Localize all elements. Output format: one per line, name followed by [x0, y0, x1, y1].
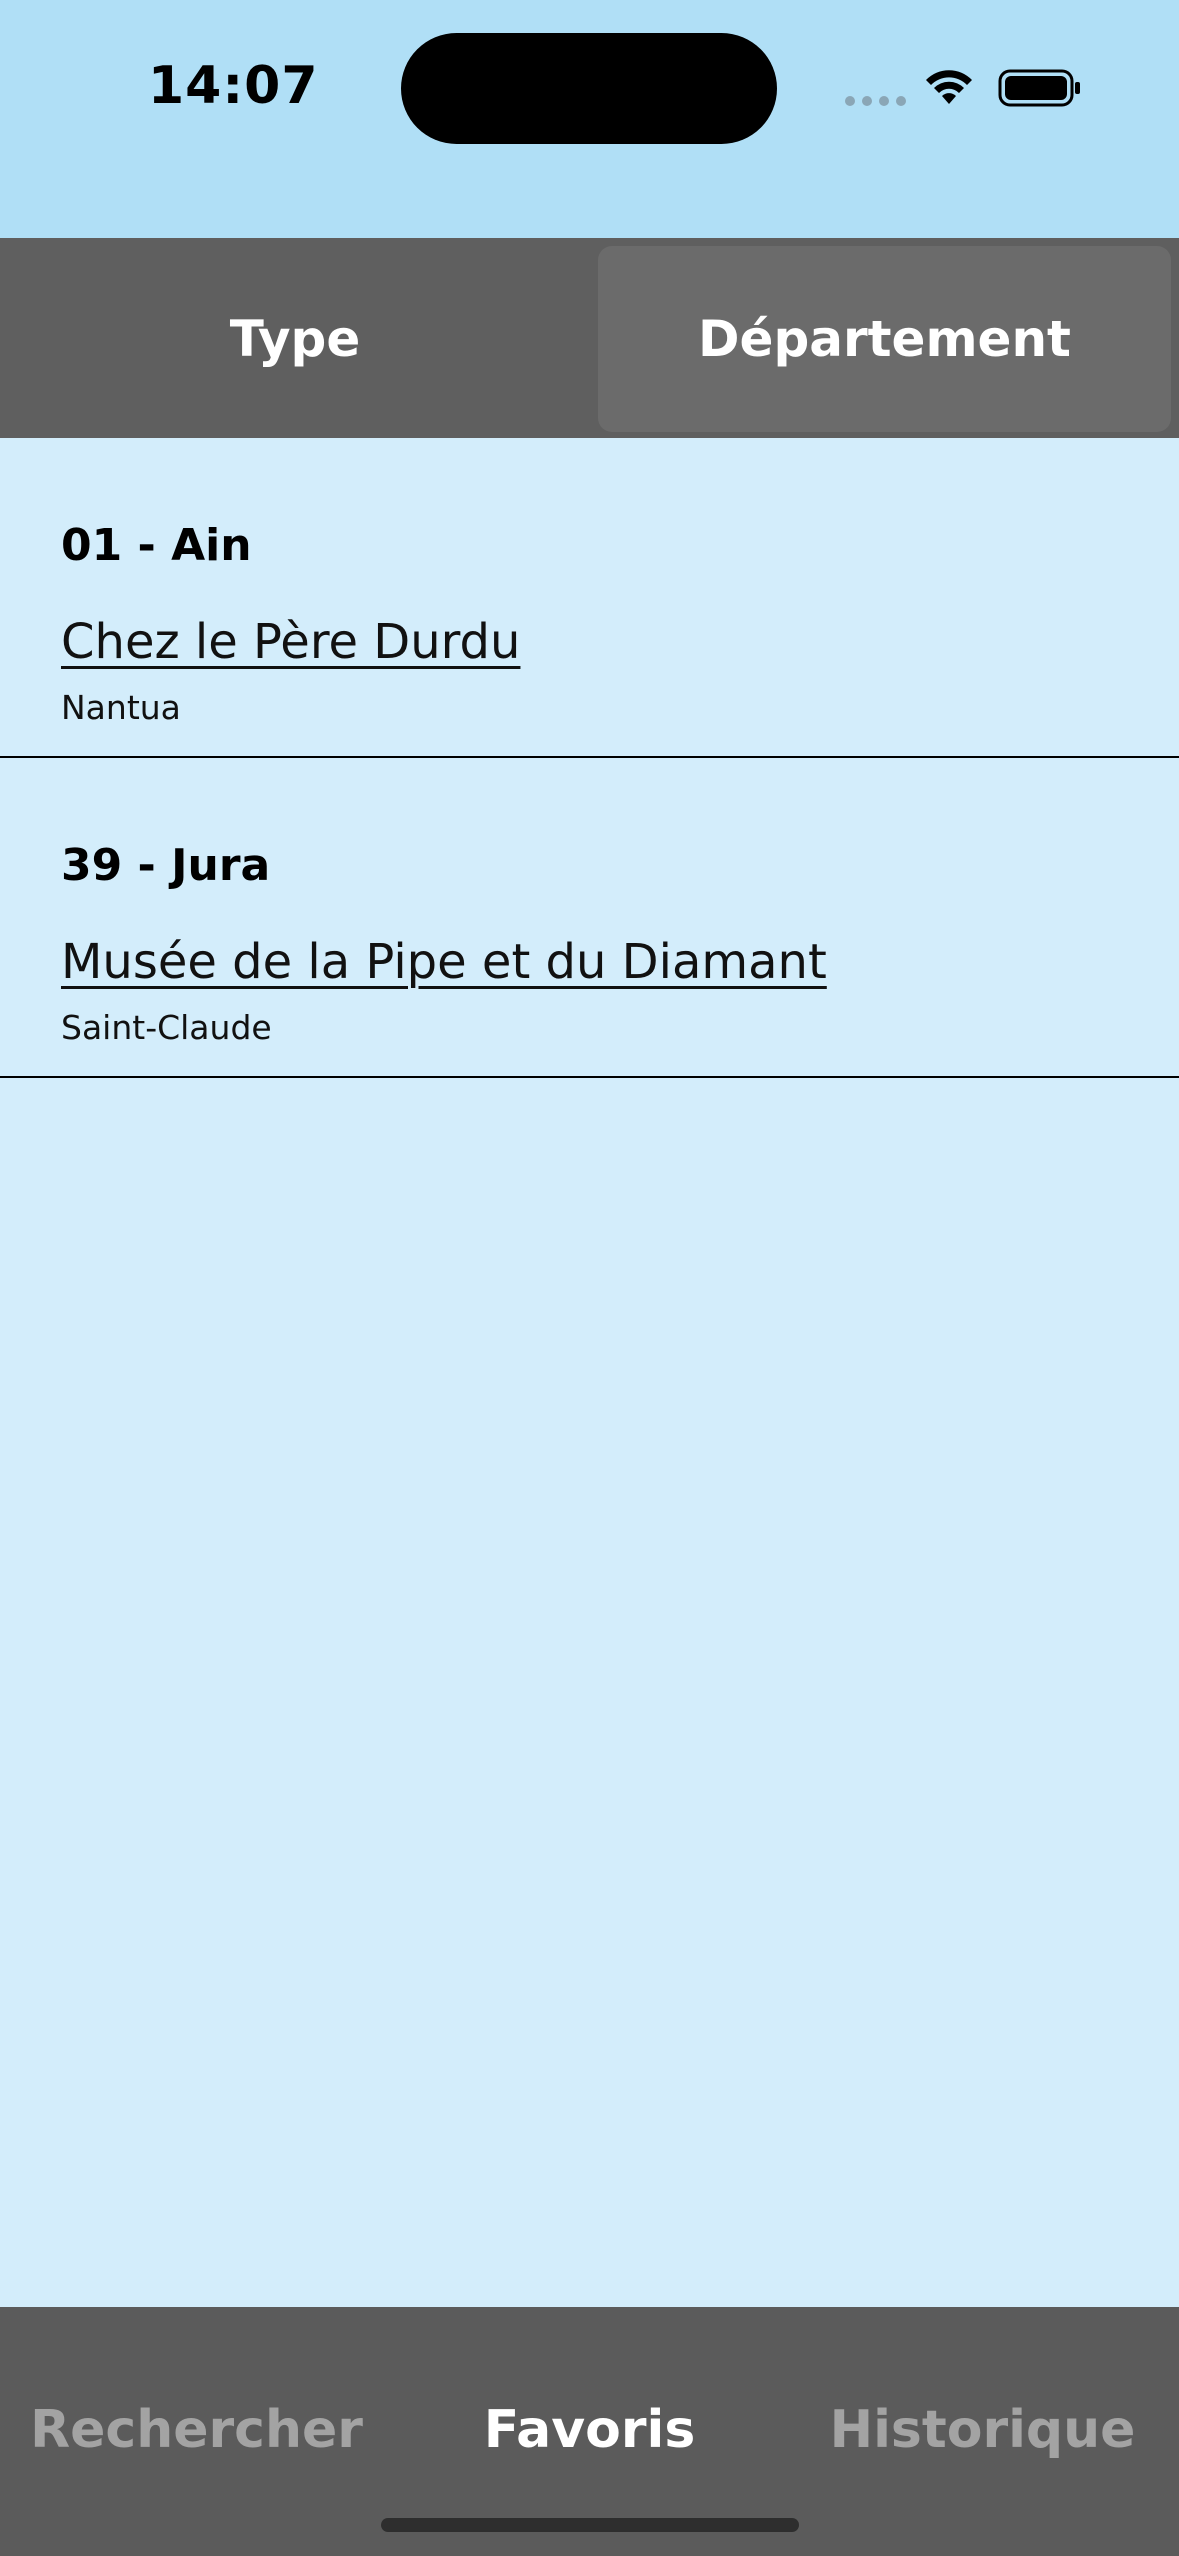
list-section: 01 - Ain Chez le Père Durdu Nantua — [0, 438, 1179, 758]
tab-favoris[interactable]: Favoris — [393, 2395, 786, 2465]
status-bar: 14:07 — [0, 0, 1179, 238]
favorite-item-city: Nantua — [61, 688, 181, 727]
section-title: 39 - Jura — [61, 840, 271, 891]
tab-historique[interactable]: Historique — [786, 2395, 1179, 2465]
cellular-signal-icon — [845, 96, 906, 106]
favorite-item-link[interactable]: Chez le Père Durdu — [61, 614, 520, 670]
tab-rechercher[interactable]: Rechercher — [0, 2395, 393, 2465]
battery-icon — [998, 69, 1080, 107]
section-title: 01 - Ain — [61, 520, 252, 571]
list-section: 39 - Jura Musée de la Pipe et du Diamant… — [0, 758, 1179, 1078]
favorite-item-link[interactable]: Musée de la Pipe et du Diamant — [61, 934, 827, 990]
favorites-list: 01 - Ain Chez le Père Durdu Nantua 39 - … — [0, 438, 1179, 1078]
segment-type[interactable]: Type — [0, 246, 590, 432]
favorite-item-city: Saint-Claude — [61, 1008, 272, 1047]
segment-department[interactable]: Département — [598, 246, 1171, 432]
home-indicator[interactable] — [381, 2518, 799, 2532]
status-time: 14:07 — [148, 56, 319, 116]
wifi-icon — [926, 70, 972, 104]
segmented-control: Type Département — [0, 238, 1179, 438]
dynamic-island — [401, 33, 777, 144]
tab-bar: Rechercher Favoris Historique — [0, 2307, 1179, 2556]
